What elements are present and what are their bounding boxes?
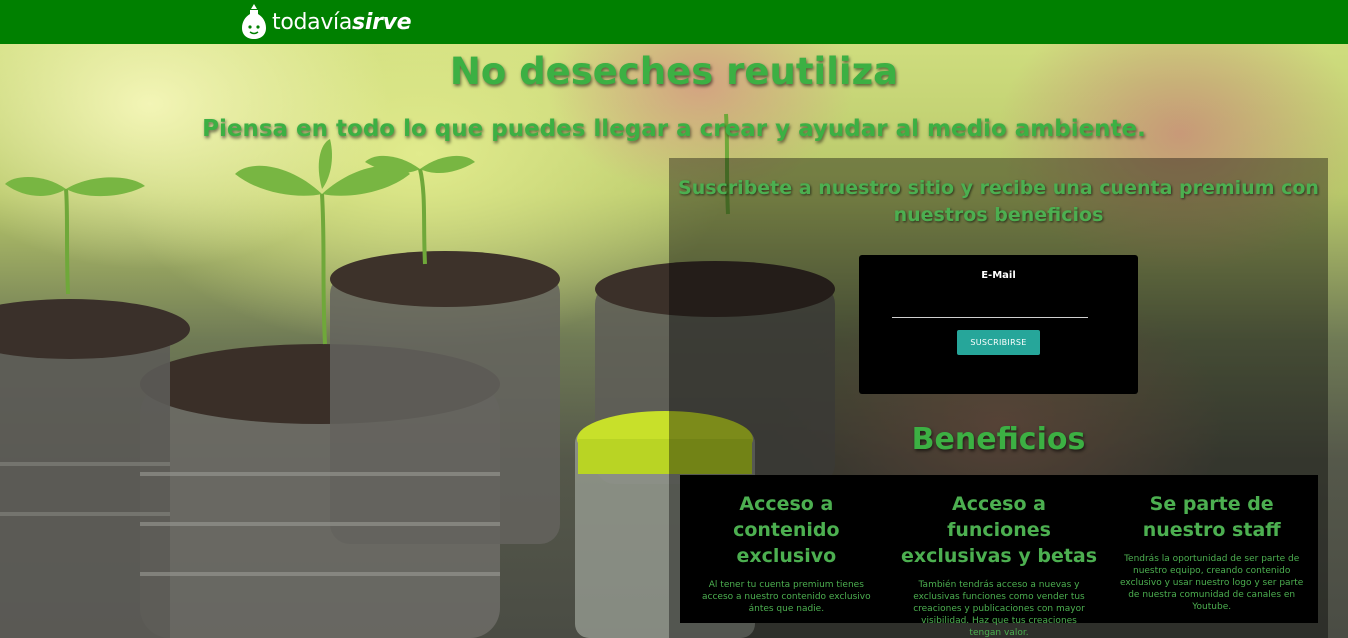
brand-logo[interactable]: todavíasirve [240, 3, 412, 41]
brand-wordmark: todavíasirve [272, 9, 412, 35]
top-navbar: todavíasirve [0, 0, 1348, 44]
benefit-text: Al tener tu cuenta premium tienes acceso… [702, 580, 871, 614]
benefits-grid: Acceso a contenido exclusivo Al tener tu… [680, 475, 1318, 638]
hero-title: No deseches reutiliza [449, 50, 899, 93]
subscribe-form: E-Mail SUSCRIBIRSE [859, 255, 1138, 394]
benefit-text: También tendrás acceso a nuevas y exclus… [913, 580, 1085, 638]
brand-wordmark-bold: sirve [352, 9, 412, 35]
subscribe-button[interactable]: SUSCRIBIRSE [957, 330, 1040, 355]
benefit-card: Acceso a funciones exclusivas y betas Ta… [893, 475, 1106, 638]
benefit-title: Se parte de nuestro staff [1142, 493, 1281, 541]
subscribe-title: Suscribete a nuestro sitio y recibe una … [678, 177, 1319, 226]
lightbulb-face-icon [242, 4, 266, 39]
brand-wordmark-light: todavía [272, 9, 353, 35]
email-label: E-Mail [981, 270, 1016, 281]
benefits-title: Beneficios [911, 422, 1086, 457]
benefit-card: Acceso a contenido exclusivo Al tener tu… [680, 475, 893, 623]
benefit-title: Acceso a contenido exclusivo [733, 493, 840, 567]
subscription-panel: Suscribete a nuestro sitio y recibe una … [669, 158, 1328, 638]
benefit-title: Acceso a funciones exclusivas y betas [900, 493, 1098, 567]
benefit-card: Se parte de nuestro staff Tendrás la opo… [1105, 475, 1318, 623]
email-input[interactable] [892, 298, 1088, 318]
hero-subtitle: Piensa en todo lo que puedes llegar a cr… [202, 116, 1146, 142]
benefit-text: Tendrás la oportunidad de ser parte de n… [1120, 554, 1304, 612]
